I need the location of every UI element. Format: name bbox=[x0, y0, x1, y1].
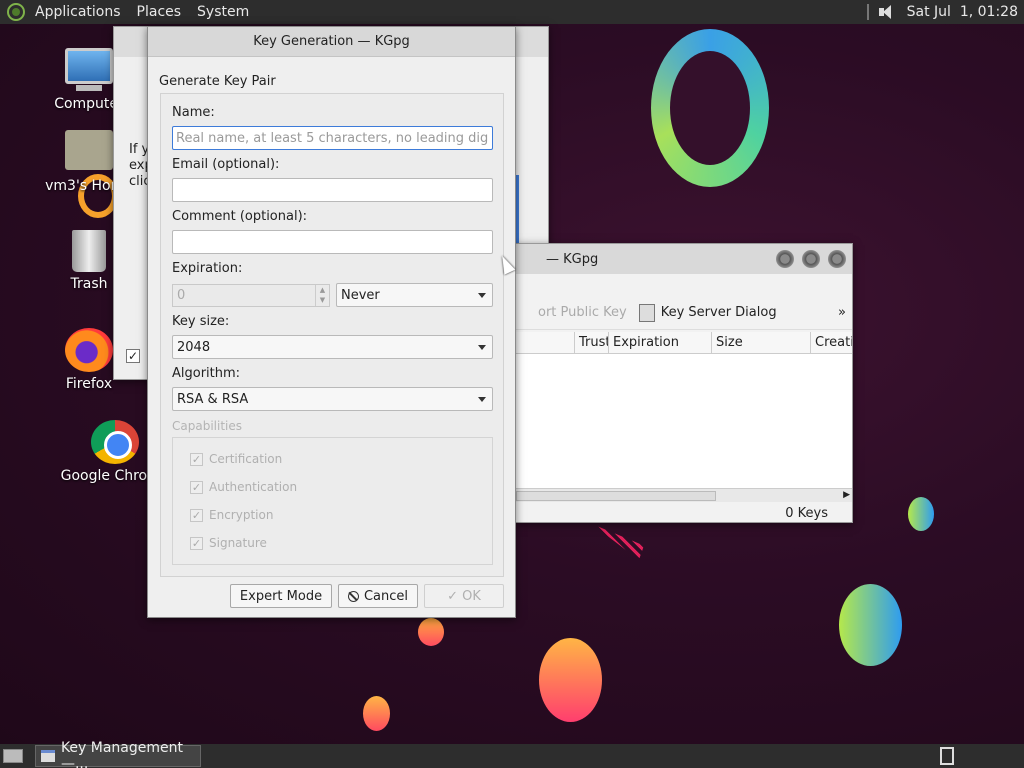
cancel-icon bbox=[347, 590, 359, 602]
expert-mode-button[interactable]: Expert Mode bbox=[230, 584, 332, 608]
key-generation-dialog[interactable]: Key Generation — KGpg Generate Key Pair … bbox=[147, 26, 516, 618]
name-label: Name: bbox=[172, 105, 215, 120]
scrollbar-thumb[interactable] bbox=[516, 491, 716, 501]
ok-button[interactable]: ✓ OK bbox=[424, 584, 504, 608]
checkbox-authentication: ✓ bbox=[190, 480, 203, 494]
capability-certification: ✓ Certification bbox=[190, 452, 282, 466]
column-header-trust[interactable]: Trust bbox=[574, 332, 608, 353]
decorative-blob bbox=[363, 696, 390, 731]
scroll-right-icon[interactable]: ▶ bbox=[843, 490, 850, 500]
volume-icon[interactable] bbox=[878, 4, 897, 20]
close-icon[interactable] bbox=[828, 250, 846, 268]
desktop-icon-label: Firefox bbox=[65, 376, 113, 392]
maximize-icon[interactable] bbox=[802, 250, 820, 268]
expiration-value: 0 bbox=[177, 288, 186, 303]
key-count-status: 0 Keys bbox=[785, 506, 828, 521]
capability-encryption: ✓ Encryption bbox=[190, 508, 273, 522]
chevron-down-icon bbox=[478, 396, 486, 402]
algorithm-value: RSA & RSA bbox=[177, 391, 249, 407]
trash-icon bbox=[72, 230, 106, 272]
chrome-icon bbox=[91, 420, 139, 464]
decorative-ring bbox=[651, 29, 769, 187]
algorithm-label: Algorithm: bbox=[172, 366, 241, 381]
capabilities-label: Capabilities bbox=[172, 419, 242, 433]
cancel-button[interactable]: Cancel bbox=[338, 584, 418, 608]
menu-system[interactable]: System bbox=[189, 4, 257, 20]
expiration-unit-select[interactable]: Never bbox=[336, 283, 493, 307]
window-title: — KGpg bbox=[546, 251, 599, 267]
decorative-blob bbox=[539, 638, 602, 722]
comment-label: Comment (optional): bbox=[172, 209, 308, 224]
export-public-key-button[interactable]: ort Public Key bbox=[516, 305, 633, 320]
chevron-down-icon bbox=[478, 344, 486, 350]
kgpg-main-window[interactable]: — KGpg ort Public Key Key Server Dialog … bbox=[515, 243, 853, 523]
capability-signature: ✓ Signature bbox=[190, 536, 267, 550]
column-header-blank[interactable] bbox=[516, 332, 574, 353]
expiration-unit-value: Never bbox=[341, 287, 380, 303]
capability-label: Certification bbox=[209, 452, 283, 466]
column-header-creation[interactable]: Creatio bbox=[810, 332, 852, 353]
generate-key-pair-group: Name: Email (optional): Comment (optiona… bbox=[160, 93, 504, 577]
group-title: Generate Key Pair bbox=[159, 74, 276, 89]
chevron-down-icon bbox=[478, 292, 486, 298]
applications-icon[interactable] bbox=[7, 3, 25, 21]
decorative-blob bbox=[418, 618, 444, 646]
key-server-label: Key Server Dialog bbox=[660, 305, 777, 320]
dialog-title: Key Generation — KGpg bbox=[253, 34, 410, 49]
workspace-switcher-icon[interactable] bbox=[940, 747, 954, 765]
capability-label: Encryption bbox=[209, 508, 274, 522]
column-header-expiration[interactable]: Expiration bbox=[608, 332, 711, 353]
expiration-label: Expiration: bbox=[172, 261, 243, 276]
window-icon bbox=[41, 750, 55, 762]
kgpg-toolbar: ort Public Key Key Server Dialog » bbox=[516, 296, 852, 330]
key-list[interactable] bbox=[516, 354, 852, 488]
top-panel: Applications Places System Sat Jul 1, 01… bbox=[0, 0, 1024, 24]
menu-places[interactable]: Places bbox=[129, 4, 190, 20]
menu-applications[interactable]: Applications bbox=[27, 4, 129, 20]
keysize-select[interactable]: 2048 bbox=[172, 335, 493, 359]
expiration-spinbox[interactable]: 0 ▲ ▼ bbox=[172, 284, 330, 307]
cancel-label: Cancel bbox=[363, 588, 409, 604]
desktop-icon-label: Trash bbox=[70, 276, 108, 292]
minimize-icon[interactable] bbox=[776, 250, 794, 268]
checkbox-signature: ✓ bbox=[190, 536, 203, 550]
email-label: Email (optional): bbox=[172, 157, 280, 172]
email-input[interactable] bbox=[172, 178, 493, 202]
window-controls bbox=[776, 250, 846, 268]
capability-authentication: ✓ Authentication bbox=[190, 480, 297, 494]
bottom-panel: Key Management —... bbox=[0, 740, 1024, 768]
horizontal-scrollbar[interactable]: ▶ bbox=[516, 488, 852, 502]
capabilities-group: ✓ Certification ✓ Authentication ✓ Encry… bbox=[172, 437, 493, 565]
capability-label: Signature bbox=[209, 536, 267, 550]
column-header-size[interactable]: Size bbox=[711, 332, 810, 353]
panel-tray: Sat Jul 1, 01:28 bbox=[866, 4, 1024, 20]
separator-icon bbox=[866, 4, 869, 20]
algorithm-select[interactable]: RSA & RSA bbox=[172, 387, 493, 411]
toolbar-overflow-button[interactable]: » bbox=[832, 305, 852, 320]
firefox-icon bbox=[65, 328, 113, 372]
checkbox-certification: ✓ bbox=[190, 452, 203, 466]
keysize-label: Key size: bbox=[172, 314, 230, 329]
show-desktop-icon[interactable] bbox=[3, 749, 23, 763]
taskbar-item-label: Key Management —... bbox=[60, 740, 183, 768]
capability-label: Authentication bbox=[209, 480, 298, 494]
key-list-header: Trust Expiration Size Creatio bbox=[516, 332, 852, 354]
clock[interactable]: Sat Jul 1, 01:28 bbox=[907, 4, 1018, 20]
key-server-icon bbox=[638, 303, 655, 322]
background-dialog-checkbox[interactable]: ✓ bbox=[126, 349, 140, 363]
key-server-dialog-button[interactable]: Key Server Dialog bbox=[633, 303, 783, 322]
home-folder-icon bbox=[65, 130, 113, 170]
key-generation-titlebar[interactable]: Key Generation — KGpg bbox=[148, 27, 515, 57]
name-input[interactable] bbox=[172, 126, 493, 150]
comment-input[interactable] bbox=[172, 230, 493, 254]
computer-icon bbox=[65, 48, 113, 91]
spin-arrows-icon[interactable]: ▲ ▼ bbox=[315, 285, 329, 306]
decorative-blob bbox=[839, 584, 902, 666]
decorative-blob bbox=[908, 497, 934, 531]
keysize-value: 2048 bbox=[177, 339, 211, 355]
decorative-stripes bbox=[592, 524, 644, 560]
taskbar-item-key-management[interactable]: Key Management —... bbox=[35, 740, 201, 768]
checkbox-encryption: ✓ bbox=[190, 508, 203, 522]
